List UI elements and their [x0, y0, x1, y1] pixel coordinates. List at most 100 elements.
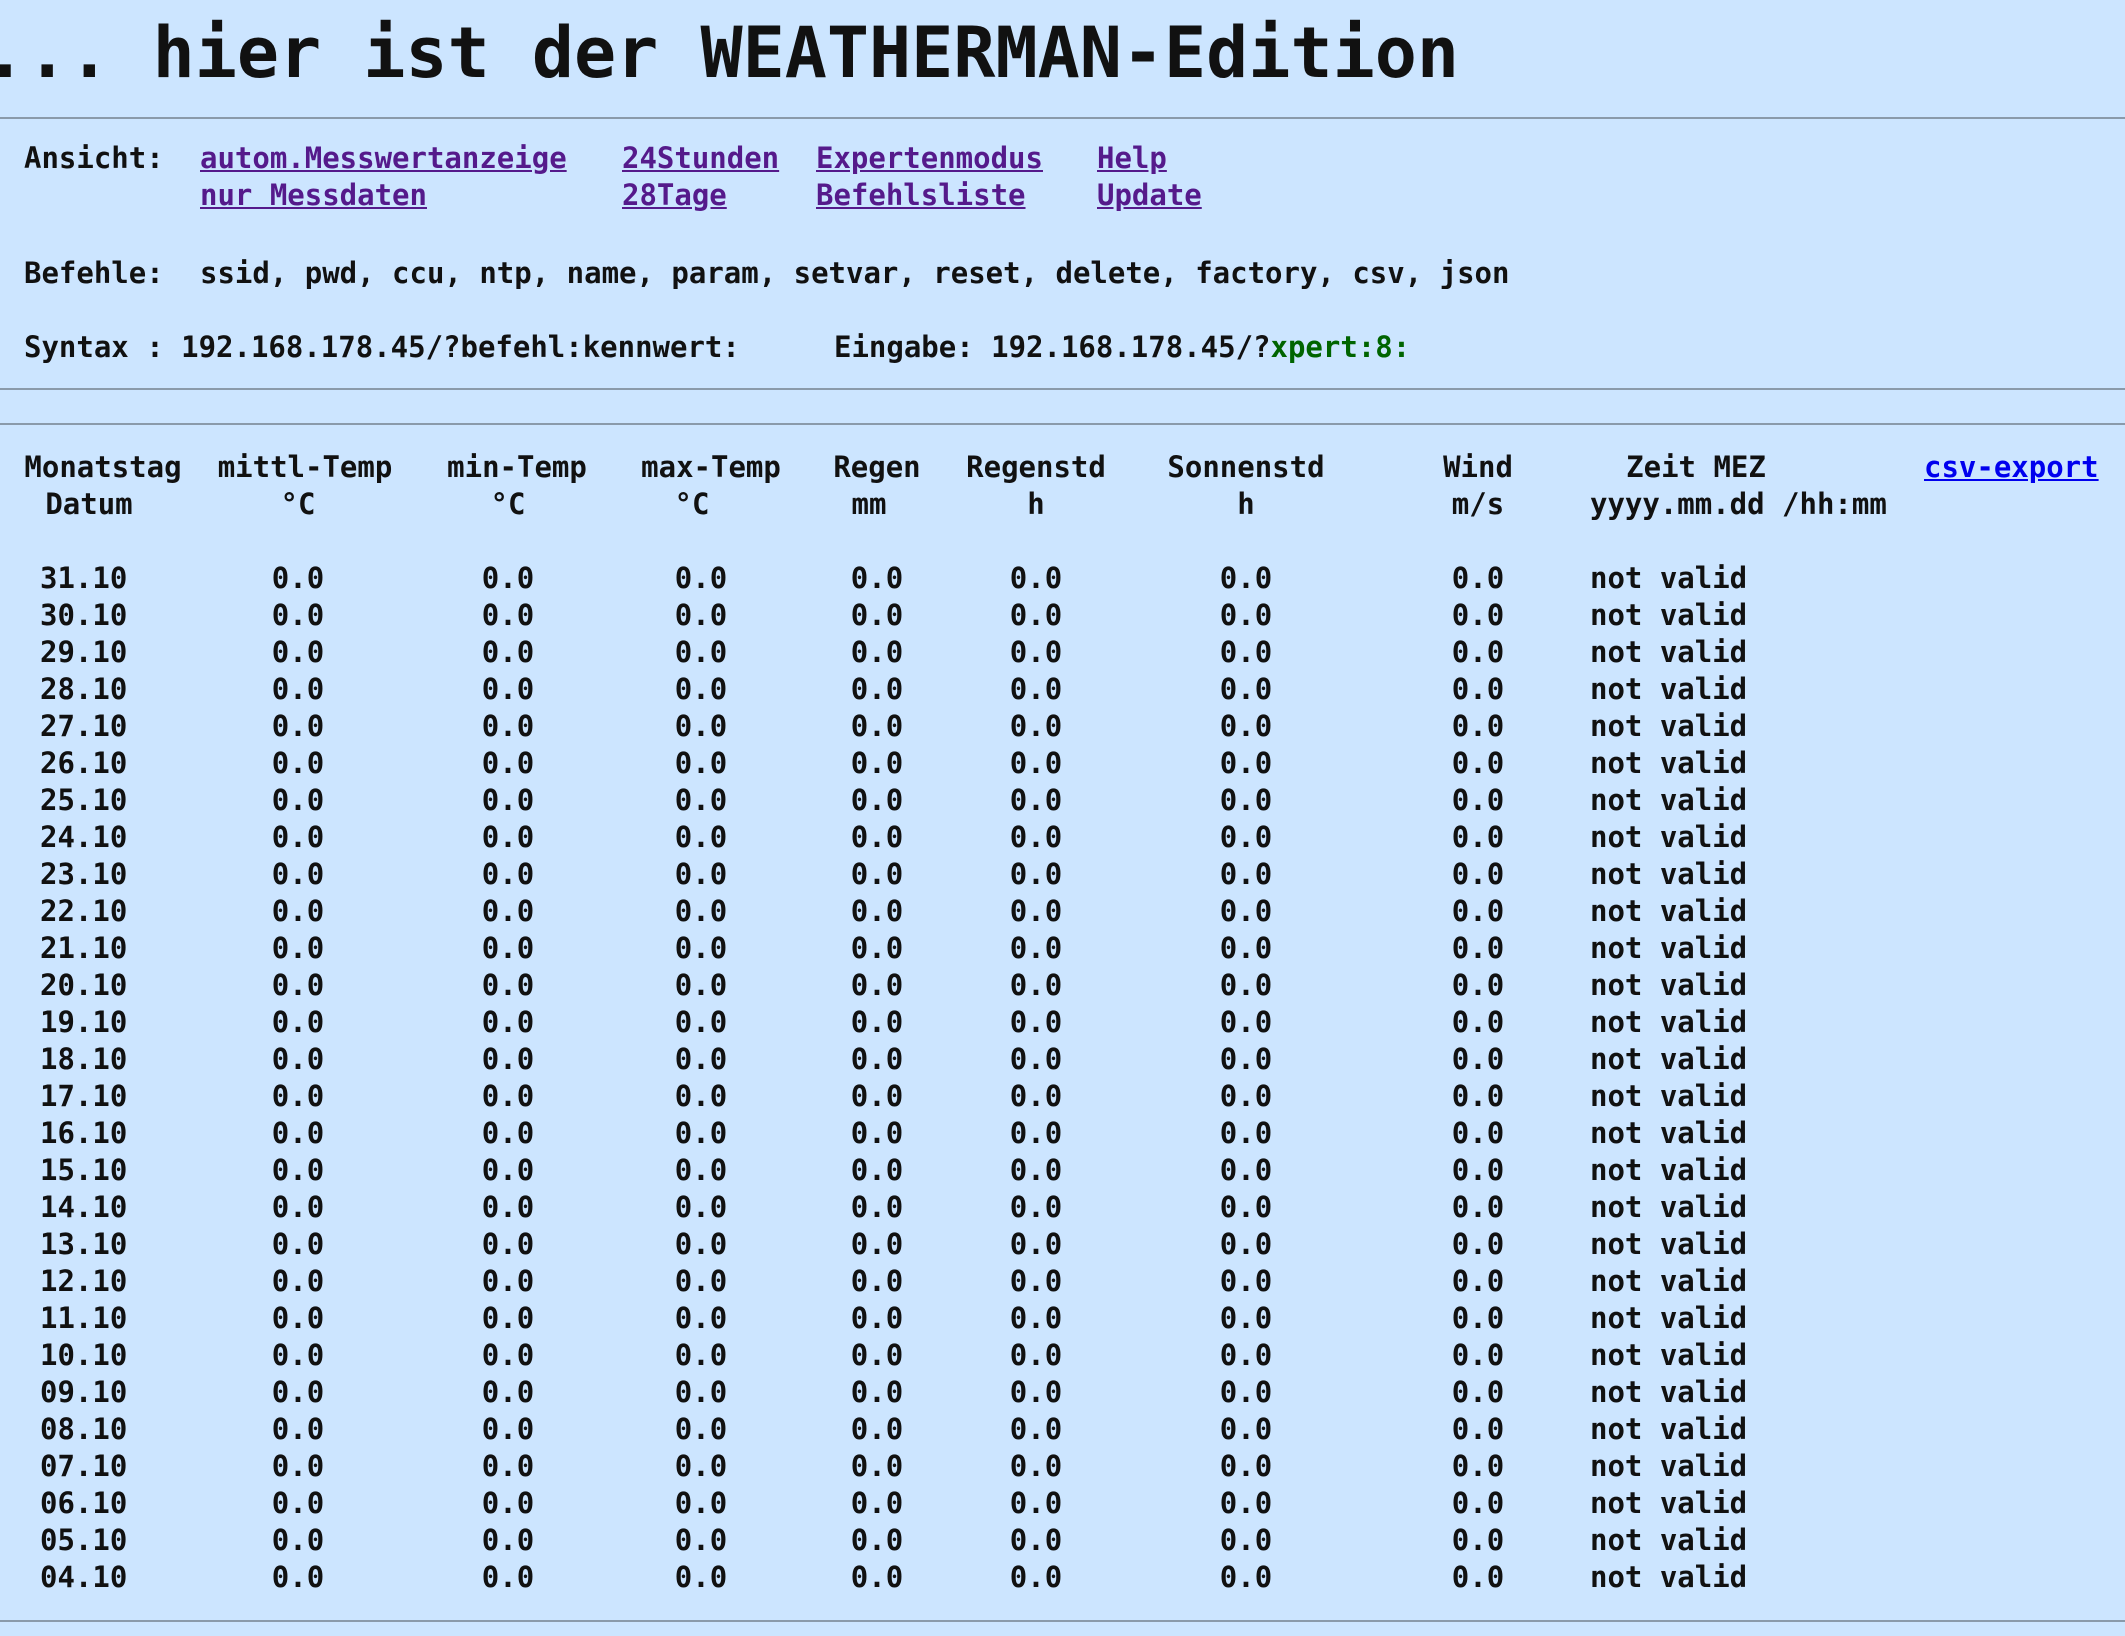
cell-wind: 0.0: [1451, 1116, 1505, 1150]
col-header-datum: Datum: [45, 487, 133, 521]
cell-sonnenstd: 0.0: [1219, 1227, 1273, 1261]
cell-min-temp: 0.0: [481, 1449, 535, 1483]
cell-max-temp: 0.0: [674, 1449, 728, 1483]
cell-regen: 0.0: [850, 857, 904, 891]
cell-sonnenstd: 0.0: [1219, 1153, 1273, 1187]
cell-zeit: not valid: [1590, 931, 1748, 965]
cell-regen: 0.0: [850, 1449, 904, 1483]
col-header-min-temp: min-Temp: [447, 450, 587, 484]
cell-regen: 0.0: [850, 1338, 904, 1372]
cell-min-temp: 0.0: [481, 783, 535, 817]
cell-wind: 0.0: [1451, 1375, 1505, 1409]
cell-sonnenstd: 0.0: [1219, 1449, 1273, 1483]
cell-mittl-temp: 0.0: [271, 931, 325, 965]
divider: [0, 117, 2125, 119]
col-header-min-temp-unit: °C: [490, 487, 526, 521]
cell-max-temp: 0.0: [674, 1190, 728, 1224]
cell-zeit: not valid: [1590, 1523, 1748, 1557]
link-update[interactable]: Update: [1097, 177, 1202, 214]
cell-sonnenstd: 0.0: [1219, 561, 1273, 595]
cell-sonnenstd: 0.0: [1219, 1301, 1273, 1335]
link-28tage[interactable]: 28Tage: [622, 177, 727, 214]
col-header-wind-unit: m/s: [1451, 487, 1505, 521]
cell-sonnenstd: 0.0: [1219, 1116, 1273, 1150]
link-help[interactable]: Help: [1097, 140, 1167, 177]
cell-min-temp: 0.0: [481, 1375, 535, 1409]
cell-regenstd: 0.0: [1009, 1523, 1063, 1557]
cell-regen: 0.0: [850, 598, 904, 632]
cell-wind: 0.0: [1451, 1338, 1505, 1372]
cell-zeit: not valid: [1590, 1042, 1748, 1076]
cell-regenstd: 0.0: [1009, 820, 1063, 854]
cell-zeit: not valid: [1590, 1338, 1748, 1372]
cell-sonnenstd: 0.0: [1219, 1523, 1273, 1557]
link-expertenmodus[interactable]: Expertenmodus: [816, 140, 1043, 177]
cell-max-temp: 0.0: [674, 1486, 728, 1520]
cell-mittl-temp: 0.0: [271, 1375, 325, 1409]
cell-max-temp: 0.0: [674, 672, 728, 706]
link-befehlsliste[interactable]: Befehlsliste: [816, 177, 1026, 214]
cell-regen: 0.0: [850, 1005, 904, 1039]
cell-regen: 0.0: [850, 1412, 904, 1446]
divider: [0, 423, 2125, 425]
cell-zeit: not valid: [1590, 783, 1748, 817]
cell-wind: 0.0: [1451, 1301, 1505, 1335]
cell-sonnenstd: 0.0: [1219, 1264, 1273, 1298]
cell-max-temp: 0.0: [674, 894, 728, 928]
cell-sonnenstd: 0.0: [1219, 672, 1273, 706]
cell-regen: 0.0: [850, 1227, 904, 1261]
link-autom-messwertanzeige[interactable]: autom.Messwertanzeige: [200, 140, 567, 177]
cell-zeit: not valid: [1590, 894, 1748, 928]
cell-mittl-temp: 0.0: [271, 1449, 325, 1483]
cell-wind: 0.0: [1451, 1042, 1505, 1076]
cell-max-temp: 0.0: [674, 1116, 728, 1150]
cell-mittl-temp: 0.0: [271, 1264, 325, 1298]
cell-regenstd: 0.0: [1009, 1301, 1063, 1335]
cell-regen: 0.0: [850, 1079, 904, 1113]
commands-label: Befehle:: [24, 256, 164, 290]
link-24stunden[interactable]: 24Stunden: [622, 140, 779, 177]
cell-regen: 0.0: [850, 968, 904, 1002]
cell-wind: 0.0: [1451, 820, 1505, 854]
cell-min-temp: 0.0: [481, 1005, 535, 1039]
cell-regen: 0.0: [850, 1153, 904, 1187]
cell-mittl-temp: 0.0: [271, 820, 325, 854]
cell-zeit: not valid: [1590, 1264, 1748, 1298]
cell-mittl-temp: 0.0: [271, 1079, 325, 1113]
cell-datum: 13.10: [40, 1227, 128, 1261]
cell-wind: 0.0: [1451, 1560, 1505, 1594]
cell-mittl-temp: 0.0: [271, 1412, 325, 1446]
cell-mittl-temp: 0.0: [271, 1153, 325, 1187]
cell-min-temp: 0.0: [481, 1079, 535, 1113]
cell-regenstd: 0.0: [1009, 1227, 1063, 1261]
cell-regen: 0.0: [850, 820, 904, 854]
cell-datum: 16.10: [40, 1116, 128, 1150]
cell-sonnenstd: 0.0: [1219, 1375, 1273, 1409]
syntax-label: Syntax : 192.168.178.45/?befehl:kennwert…: [24, 330, 740, 364]
cell-regenstd: 0.0: [1009, 635, 1063, 669]
cell-zeit: not valid: [1590, 672, 1748, 706]
cell-zeit: not valid: [1590, 1486, 1748, 1520]
cell-regenstd: 0.0: [1009, 1042, 1063, 1076]
cell-datum: 07.10: [40, 1449, 128, 1483]
cell-max-temp: 0.0: [674, 1523, 728, 1557]
col-header-regenstd: Regenstd: [966, 450, 1106, 484]
cell-zeit: not valid: [1590, 968, 1748, 1002]
cell-regenstd: 0.0: [1009, 1338, 1063, 1372]
link-nur-messdaten[interactable]: nur Messdaten: [200, 177, 427, 214]
cell-regenstd: 0.0: [1009, 709, 1063, 743]
cell-zeit: not valid: [1590, 1412, 1748, 1446]
cell-zeit: not valid: [1590, 709, 1748, 743]
page-title: ... hier ist der WEATHERMAN-Edition: [0, 12, 1460, 94]
commands-list: ssid, pwd, ccu, ntp, name, param, setvar…: [200, 256, 1510, 290]
cell-sonnenstd: 0.0: [1219, 1560, 1273, 1594]
cell-regen: 0.0: [850, 672, 904, 706]
cell-max-temp: 0.0: [674, 820, 728, 854]
cell-datum: 12.10: [40, 1264, 128, 1298]
cell-datum: 28.10: [40, 672, 128, 706]
cell-datum: 10.10: [40, 1338, 128, 1372]
cell-mittl-temp: 0.0: [271, 1523, 325, 1557]
csv-export-link[interactable]: csv-export: [1924, 449, 2099, 486]
cell-mittl-temp: 0.0: [271, 1227, 325, 1261]
cell-wind: 0.0: [1451, 1264, 1505, 1298]
